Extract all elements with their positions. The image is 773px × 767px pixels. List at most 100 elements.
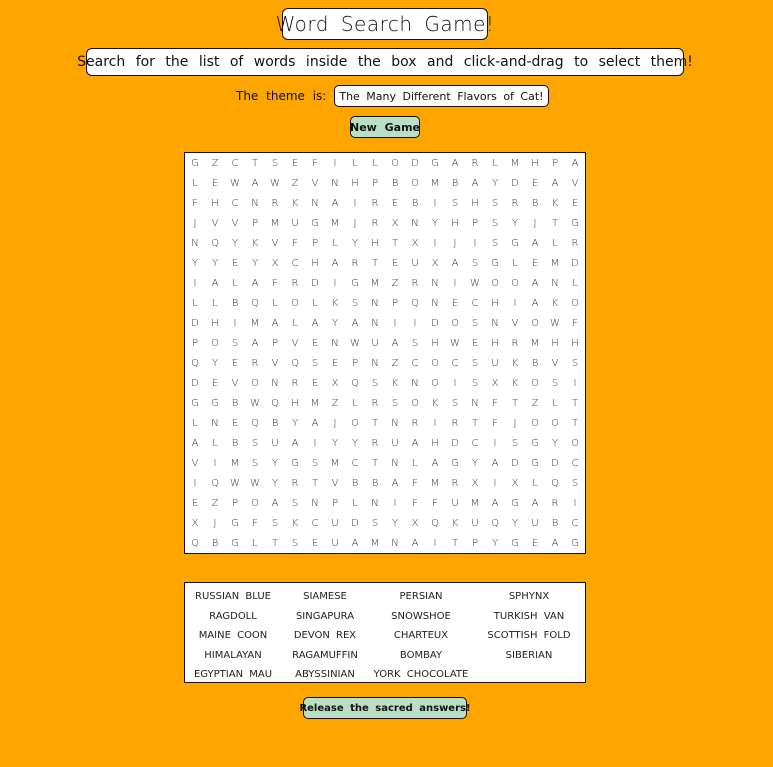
grid-cell[interactable]: P: [265, 333, 285, 353]
grid-cell[interactable]: R: [285, 373, 305, 393]
grid-cell[interactable]: B: [225, 293, 245, 313]
grid-cell[interactable]: Z: [385, 273, 405, 293]
grid-cell[interactable]: V: [265, 233, 285, 253]
grid-cell[interactable]: J: [525, 213, 545, 233]
grid-cell[interactable]: I: [425, 193, 445, 213]
grid-cell[interactable]: R: [365, 213, 385, 233]
grid-cell[interactable]: L: [205, 433, 225, 453]
grid-cell[interactable]: Y: [505, 213, 525, 233]
grid-cell[interactable]: S: [445, 393, 465, 413]
release-answers-button[interactable]: Release the sacred answers!: [299, 697, 471, 719]
grid-cell[interactable]: W: [465, 273, 485, 293]
grid-cell[interactable]: A: [525, 293, 545, 313]
grid-cell[interactable]: P: [185, 333, 205, 353]
grid-cell[interactable]: N: [485, 313, 505, 333]
grid-cell[interactable]: E: [185, 493, 205, 513]
grid-cell[interactable]: T: [265, 533, 285, 553]
grid-cell[interactable]: A: [325, 253, 345, 273]
grid-cell[interactable]: C: [285, 253, 305, 273]
grid-cell[interactable]: R: [345, 253, 365, 273]
grid-cell[interactable]: O: [485, 273, 505, 293]
grid-cell[interactable]: D: [505, 173, 525, 193]
grid-cell[interactable]: B: [385, 173, 405, 193]
grid-cell[interactable]: U: [325, 513, 345, 533]
grid-cell[interactable]: B: [525, 353, 545, 373]
grid-cell[interactable]: L: [325, 233, 345, 253]
grid-cell[interactable]: N: [325, 333, 345, 353]
grid-cell[interactable]: O: [445, 313, 465, 333]
grid-cell[interactable]: I: [465, 233, 485, 253]
grid-cell[interactable]: R: [505, 333, 525, 353]
grid-cell[interactable]: D: [345, 513, 365, 533]
grid-cell[interactable]: N: [365, 293, 385, 313]
grid-cell[interactable]: S: [445, 193, 465, 213]
grid-cell[interactable]: P: [545, 153, 565, 173]
grid-cell[interactable]: T: [365, 253, 385, 273]
letter-grid[interactable]: GZCTSEFILLODGARLMHPALEWAWZVNHPBOMBAYDEAV…: [184, 152, 586, 554]
grid-cell[interactable]: F: [245, 513, 265, 533]
grid-cell[interactable]: L: [285, 313, 305, 333]
grid-cell[interactable]: V: [185, 453, 205, 473]
grid-cell[interactable]: H: [205, 313, 225, 333]
grid-cell[interactable]: F: [405, 493, 425, 513]
grid-cell[interactable]: S: [485, 193, 505, 213]
grid-cell[interactable]: O: [565, 433, 585, 453]
grid-cell[interactable]: Z: [525, 393, 545, 413]
grid-cell[interactable]: Q: [185, 533, 205, 553]
grid-cell[interactable]: S: [285, 533, 305, 553]
grid-cell[interactable]: K: [285, 513, 305, 533]
grid-cell[interactable]: B: [445, 173, 465, 193]
grid-cell[interactable]: U: [265, 433, 285, 453]
grid-cell[interactable]: E: [285, 153, 305, 173]
grid-cell[interactable]: H: [465, 193, 485, 213]
grid-cell[interactable]: Y: [225, 233, 245, 253]
grid-cell[interactable]: M: [225, 453, 245, 473]
grid-cell[interactable]: N: [405, 373, 425, 393]
grid-cell[interactable]: I: [445, 373, 465, 393]
grid-cell[interactable]: O: [425, 373, 445, 393]
grid-cell[interactable]: W: [245, 473, 265, 493]
grid-cell[interactable]: D: [405, 153, 425, 173]
grid-cell[interactable]: B: [225, 433, 245, 453]
grid-cell[interactable]: R: [545, 493, 565, 513]
grid-cell[interactable]: U: [525, 513, 545, 533]
grid-cell[interactable]: I: [565, 493, 585, 513]
grid-cell[interactable]: L: [185, 173, 205, 193]
grid-cell[interactable]: A: [305, 413, 325, 433]
grid-cell[interactable]: N: [385, 413, 405, 433]
grid-cell[interactable]: Z: [205, 153, 225, 173]
grid-cell[interactable]: I: [405, 313, 425, 333]
grid-cell[interactable]: A: [425, 453, 445, 473]
grid-cell[interactable]: X: [425, 253, 445, 273]
grid-cell[interactable]: G: [425, 153, 445, 173]
grid-cell[interactable]: R: [285, 273, 305, 293]
grid-cell[interactable]: E: [525, 253, 545, 273]
grid-cell[interactable]: G: [525, 433, 545, 453]
grid-cell[interactable]: L: [345, 393, 365, 413]
grid-cell[interactable]: N: [205, 413, 225, 433]
grid-cell[interactable]: N: [425, 273, 445, 293]
grid-cell[interactable]: E: [385, 253, 405, 273]
grid-cell[interactable]: S: [365, 513, 385, 533]
grid-cell[interactable]: D: [445, 433, 465, 453]
grid-cell[interactable]: Z: [205, 493, 225, 513]
grid-cell[interactable]: H: [485, 293, 505, 313]
grid-cell[interactable]: C: [225, 193, 245, 213]
grid-cell[interactable]: C: [405, 353, 425, 373]
grid-cell[interactable]: X: [185, 513, 205, 533]
grid-cell[interactable]: A: [545, 533, 565, 553]
grid-cell[interactable]: I: [385, 313, 405, 333]
grid-cell[interactable]: J: [345, 213, 365, 233]
grid-cell[interactable]: L: [565, 273, 585, 293]
grid-cell[interactable]: A: [185, 433, 205, 453]
grid-cell[interactable]: V: [325, 473, 345, 493]
grid-cell[interactable]: L: [505, 253, 525, 273]
grid-cell[interactable]: C: [345, 453, 365, 473]
grid-cell[interactable]: V: [225, 213, 245, 233]
grid-cell[interactable]: X: [505, 473, 525, 493]
grid-cell[interactable]: I: [185, 473, 205, 493]
grid-cell[interactable]: L: [405, 453, 425, 473]
grid-cell[interactable]: Y: [285, 413, 305, 433]
grid-cell[interactable]: Y: [205, 353, 225, 373]
grid-cell[interactable]: S: [405, 333, 425, 353]
